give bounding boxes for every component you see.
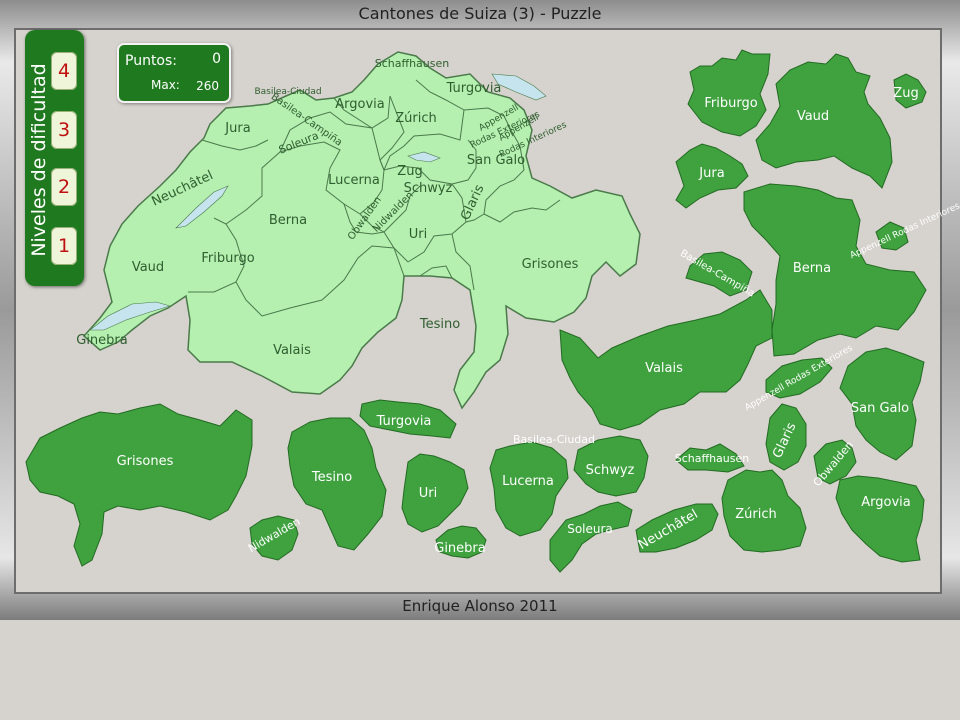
board-label-5: Zúrich: [395, 111, 437, 126]
piece-valais[interactable]: [559, 289, 773, 431]
piece-label-7: Valais: [645, 361, 683, 376]
piece-grisones[interactable]: [25, 403, 253, 567]
piece-label-5: Appenzell Rodas Interiores: [849, 201, 960, 261]
board-label-18: Berna: [269, 213, 307, 228]
puzzle-canvas: Schaffhausen Basilea-Ciudad Turgovia Argovi…: [25, 49, 960, 573]
board-label-21: Uri: [409, 227, 427, 242]
piece-label-4: Berna: [793, 261, 831, 276]
piece-label-25: Ginebra: [434, 541, 486, 556]
piece-label-10: Grisones: [117, 454, 174, 469]
board-label-3: Argovia: [335, 97, 385, 112]
piece-label-23: Soleura: [567, 522, 613, 536]
piece-label-21: Zúrich: [735, 507, 777, 522]
piece-label-12: Tesino: [311, 470, 352, 485]
board-label-23: Vaud: [132, 260, 164, 275]
board-label-26: Valais: [273, 343, 311, 358]
board-label-27: Ginebra: [76, 333, 128, 348]
board-label-14: Lucerna: [328, 173, 380, 188]
board-label-1: Basilea-Ciudad: [254, 87, 321, 97]
piece-label-9: San Galo: [851, 401, 909, 416]
piece-label-8: Appenzell Rodas Exteriores: [743, 343, 854, 413]
piece-label-16: Schwyz: [586, 463, 635, 478]
board-label-6: Jura: [224, 121, 250, 136]
board-label-15: Zug: [397, 164, 422, 179]
board-label-0: Schaffhausen: [375, 57, 450, 70]
piece-label-1: Vaud: [797, 109, 829, 124]
piece-label-0: Friburgo: [704, 96, 757, 111]
board-label-24: Grisones: [522, 257, 579, 272]
piece-label-3: Jura: [698, 166, 724, 181]
piece-friburgo[interactable]: [687, 49, 771, 137]
piece-soleura[interactable]: [549, 501, 633, 573]
piece-label-11: Turgovia: [376, 414, 432, 429]
piece-argovia[interactable]: [835, 475, 925, 563]
board-label-12: San Galo: [467, 153, 525, 168]
piece-label-2: Zug: [893, 86, 918, 101]
board-label-2: Turgovia: [446, 81, 502, 96]
piece-lucerna[interactable]: [489, 441, 569, 537]
piece-label-14: Basilea-Ciudad: [513, 433, 595, 446]
switzerland-board: Schaffhausen Basilea-Ciudad Turgovia Argovi…: [76, 51, 641, 410]
board-label-25: Tesino: [419, 317, 460, 332]
piece-label-15: Lucerna: [502, 474, 554, 489]
board-label-22: Friburgo: [201, 251, 254, 266]
piece-label-17: Schaffhausen: [675, 452, 750, 465]
piece-label-13: Uri: [419, 486, 437, 501]
piece-label-20: Argovia: [861, 495, 911, 510]
